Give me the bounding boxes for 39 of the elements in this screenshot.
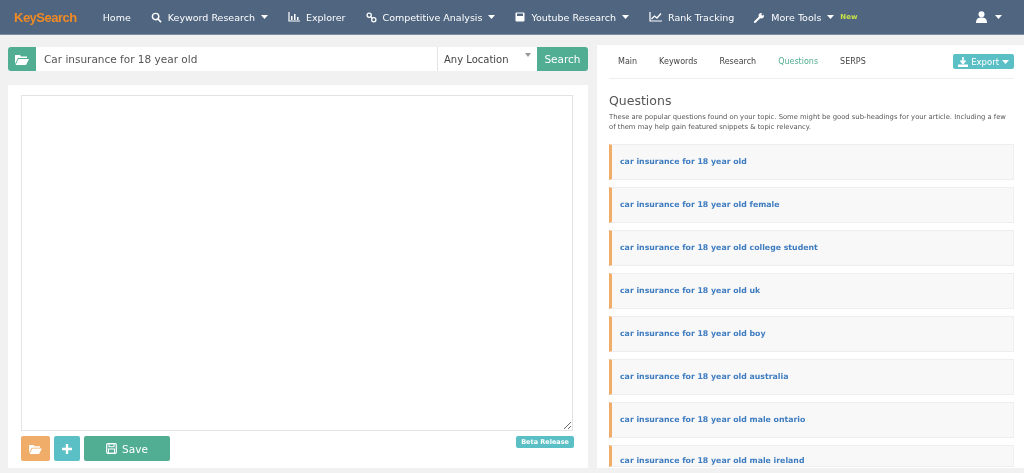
user-icon (976, 11, 987, 23)
caret-icon (827, 15, 835, 19)
nav-link[interactable]: Explorer (287, 11, 346, 23)
open-folder-button[interactable] (8, 47, 36, 71)
tab[interactable]: Main (618, 57, 638, 66)
section-title: Questions (609, 93, 673, 108)
caret-icon (622, 15, 630, 19)
link-icon (365, 11, 377, 23)
caret-icon (525, 53, 531, 57)
open-file-button[interactable] (21, 436, 50, 461)
location-select[interactable]: Any Location (437, 47, 537, 71)
tab[interactable]: SERPS (840, 57, 866, 66)
export-button[interactable]: Export (953, 54, 1014, 69)
search-button[interactable]: Search (537, 47, 588, 71)
folder-icon (15, 53, 29, 65)
plus-icon (62, 443, 72, 454)
nav-link[interactable]: Keyword Research (150, 11, 268, 23)
nav-link[interactable]: Home (102, 11, 131, 23)
caret-icon (995, 15, 1002, 19)
nav-link[interactable]: Competitive Analysis (365, 11, 496, 23)
tab[interactable]: Keywords (659, 57, 698, 66)
keyword-input[interactable]: Car insurance for 18 year old (36, 47, 437, 71)
logo[interactable]: KeySearch (14, 9, 77, 25)
save-button[interactable]: Save (84, 436, 170, 461)
caret-icon (488, 15, 496, 19)
line-chart-icon (649, 12, 663, 22)
nav-link[interactable]: Youtube Research (515, 11, 630, 23)
search-icon (150, 11, 162, 23)
download-icon (958, 56, 969, 67)
tab[interactable]: Questions (778, 57, 819, 66)
folder-icon (29, 443, 42, 454)
tab[interactable]: Research (719, 57, 757, 66)
wrench-icon (754, 11, 766, 23)
nav-link[interactable]: Rank Tracking (649, 11, 735, 23)
caret-icon (260, 15, 268, 19)
caret-icon (1002, 59, 1009, 64)
user-menu[interactable] (976, 11, 1002, 23)
bar-chart-icon (287, 12, 300, 22)
add-button[interactable] (54, 436, 80, 461)
